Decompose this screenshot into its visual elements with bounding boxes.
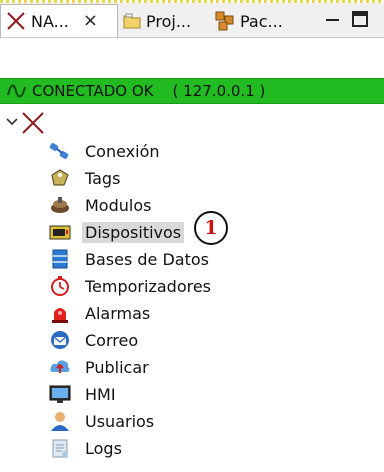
x-icon bbox=[20, 110, 46, 136]
tree-item-label: Correo bbox=[85, 330, 139, 350]
x-icon bbox=[5, 10, 27, 32]
tree-item-publicar[interactable]: Publicar bbox=[48, 356, 152, 378]
timer-icon bbox=[48, 275, 72, 297]
tree-item-label: Temporizadores bbox=[85, 276, 212, 296]
chevron-down-icon[interactable] bbox=[6, 115, 20, 131]
module-icon bbox=[48, 194, 72, 216]
tree-item-bases-de-datos[interactable]: Bases de Datos bbox=[48, 248, 212, 270]
tree-item-label: Usuarios bbox=[85, 411, 155, 431]
tab-close-button[interactable]: × bbox=[83, 12, 98, 30]
annotation-callout: 1 bbox=[194, 211, 228, 245]
connection-status-bar: CONECTADO OK ( 127.0.0.1 ) bbox=[0, 78, 384, 104]
tree-item-label: Modulos bbox=[85, 195, 152, 215]
tab-navigator[interactable]: NA... × bbox=[0, 4, 118, 37]
tree-item-label: Logs bbox=[85, 438, 122, 458]
tree-item-label: Tags bbox=[85, 168, 121, 188]
tree-root[interactable] bbox=[6, 110, 46, 136]
monitor-icon bbox=[48, 383, 72, 405]
tag-icon bbox=[48, 167, 72, 189]
tab-label: Proj... bbox=[146, 11, 192, 31]
connection-plugs-icon bbox=[48, 140, 72, 162]
logs-icon bbox=[48, 437, 72, 459]
tree-item-label: Conexión bbox=[85, 141, 160, 161]
packages-icon bbox=[214, 10, 236, 32]
database-icon bbox=[48, 248, 72, 270]
tree-item-label: Alarmas bbox=[85, 303, 151, 323]
tree-item-hmi[interactable]: HMI bbox=[48, 383, 119, 405]
maximize-icon[interactable] bbox=[352, 11, 368, 27]
tree-item-label: Publicar bbox=[85, 357, 149, 377]
user-icon bbox=[48, 410, 72, 432]
tree-item-label: Bases de Datos bbox=[85, 249, 209, 269]
tree-item-conexion[interactable]: Conexión bbox=[48, 140, 163, 162]
tab-label: NA... bbox=[31, 11, 69, 31]
mail-icon bbox=[48, 329, 72, 351]
publish-cloud-icon bbox=[48, 356, 72, 378]
connection-wave-icon bbox=[6, 81, 28, 101]
tab-projects[interactable]: Proj... bbox=[122, 5, 191, 37]
folder-icon bbox=[122, 11, 142, 31]
tree-item-tags[interactable]: Tags bbox=[48, 167, 123, 189]
tree-item-modulos[interactable]: Modulos bbox=[48, 194, 154, 216]
tree-item-alarmas[interactable]: Alarmas bbox=[48, 302, 153, 324]
tree-item-temporizadores[interactable]: Temporizadores bbox=[48, 275, 214, 297]
tree-item-usuarios[interactable]: Usuarios bbox=[48, 410, 157, 432]
tab-bar: NA... × Proj... Pac... bbox=[0, 3, 384, 38]
tree-item-dispositivos[interactable]: Dispositivos bbox=[48, 221, 185, 243]
tree-item-label: Dispositivos bbox=[82, 221, 185, 243]
connection-status-text: CONECTADO OK ( 127.0.0.1 ) bbox=[32, 82, 266, 100]
tree-item-logs[interactable]: Logs bbox=[48, 437, 125, 459]
device-icon bbox=[48, 221, 72, 243]
tree-item-correo[interactable]: Correo bbox=[48, 329, 141, 351]
minimize-icon[interactable] bbox=[324, 9, 342, 27]
tab-label: Pac... bbox=[240, 11, 283, 31]
alarm-icon bbox=[48, 302, 72, 324]
tree-item-label: HMI bbox=[85, 384, 116, 404]
tab-packages[interactable]: Pac... bbox=[214, 5, 283, 37]
